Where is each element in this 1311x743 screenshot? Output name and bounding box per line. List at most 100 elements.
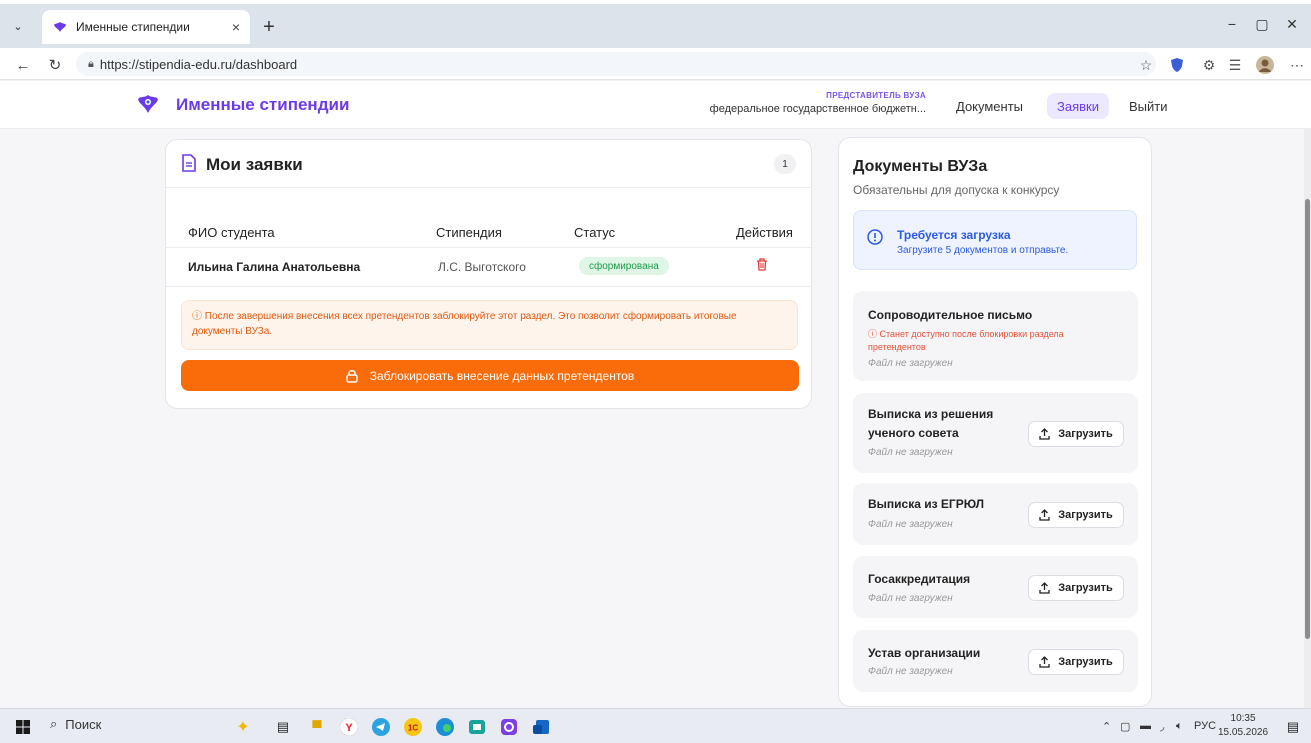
profile-avatar-icon[interactable] (1254, 54, 1276, 76)
telegram-icon[interactable] (370, 716, 392, 738)
upload-icon (1039, 428, 1050, 440)
back-arrow-icon[interactable]: ← (12, 54, 34, 76)
upload-button[interactable]: Загрузить (1028, 649, 1124, 675)
network-icon[interactable]: ◞ (1160, 720, 1164, 733)
upload-required-notice: Требуется загрузка Загрузите 5 документо… (853, 210, 1137, 270)
table-divider (166, 286, 811, 287)
file-explorer-icon[interactable]: ▀ (306, 716, 328, 738)
tab-title: Именные стипендии (76, 20, 190, 34)
taskbar-search-label: Поиск (65, 716, 102, 732)
purple-app-icon[interactable] (498, 716, 520, 738)
upload-button[interactable]: Загрузить (1028, 421, 1124, 447)
column-header-status: Статус (574, 225, 616, 240)
upload-label: Загрузить (1058, 509, 1113, 521)
task-view-icon[interactable]: ▤ (272, 716, 294, 738)
upload-label: Загрузить (1058, 582, 1113, 594)
edge-browser-icon[interactable] (434, 716, 456, 738)
notice-title: Требуется загрузка (897, 228, 1011, 242)
status-badge: сформирована (579, 257, 669, 275)
document-file-status: Файл не загружен (868, 519, 953, 530)
windows-taskbar: ⌕ Поиск ✦ ▤ ▀ Y 1C ⌃ ▢ ▬ ◞ 🔈︎ РУС 10:35 … (0, 708, 1311, 743)
copilot-sparkle-icon[interactable]: ✦ (232, 716, 254, 738)
document-name: Устав организации (868, 646, 981, 660)
url-text: https://stipendia-edu.ru/dashboard (99, 56, 298, 72)
lock-applicants-button[interactable]: Заблокировать внесение данных претендент… (181, 360, 799, 391)
document-name: Выписка из решения ученого совета (868, 407, 994, 440)
taskbar-search[interactable]: ⌕ Поиск (50, 716, 101, 732)
document-item-charter: Устав организации Файл не загружен Загру… (853, 630, 1138, 692)
favorite-star-icon[interactable]: ☆ (1135, 54, 1157, 76)
language-indicator[interactable]: РУС (1194, 720, 1216, 732)
site-header: Именные стипендии ПРЕДСТАВИТЕЛЬ ВУЗА фед… (0, 81, 1311, 129)
applications-card: Мои заявки 1 ФИО студента Стипендия Стат… (165, 139, 812, 409)
minimize-button[interactable]: − (1222, 16, 1242, 32)
student-name-cell: Ильина Галина Анатольевна (188, 260, 361, 274)
applications-title: Мои заявки (206, 155, 303, 174)
battery-icon[interactable]: ▬ (1140, 720, 1151, 732)
clock-time: 10:35 (1230, 713, 1256, 724)
site-favicon-icon (52, 19, 68, 35)
warning-circle-icon: ⓘ (868, 329, 880, 339)
volume-muted-icon[interactable]: 🔈︎ (1176, 720, 1183, 733)
window-close-button[interactable]: ✕ (1282, 16, 1302, 33)
document-name: Госаккредитация (868, 572, 971, 586)
upload-button[interactable]: Загрузить (1028, 502, 1124, 528)
favorites-list-icon[interactable]: ☰ (1224, 54, 1246, 76)
taskbar-clock[interactable]: 10:35 15.05.2026 (1218, 712, 1268, 740)
upload-label: Загрузить (1058, 656, 1113, 668)
extensions-icon[interactable]: ⚙︎ (1198, 54, 1220, 76)
tab-close-icon[interactable]: × (232, 19, 240, 35)
1c-app-icon[interactable]: 1C (402, 716, 424, 738)
role-label: ПРЕДСТАВИТЕЛЬ ВУЗА (826, 91, 926, 100)
organization-name: федеральное государственное бюджетн... (709, 103, 926, 115)
warning-circle-icon: ⓘ (192, 311, 205, 322)
tab-list-chevron-icon[interactable]: ⌄ (6, 14, 30, 38)
meet-now-icon[interactable]: ▢ (1120, 720, 1130, 733)
search-icon: ⌕ (50, 716, 58, 731)
nav-logout[interactable]: Выйти (1119, 93, 1178, 119)
browser-tab[interactable]: Именные стипендии × (42, 10, 250, 44)
tray-overflow-chevron-icon[interactable]: ⌃ (1102, 720, 1111, 733)
document-file-status: Файл не загружен (868, 666, 953, 677)
more-menu-icon[interactable]: ⋯ (1286, 54, 1308, 76)
column-header-scholarship: Стипендия (436, 225, 502, 240)
brand-logo-icon[interactable] (136, 93, 160, 115)
university-documents-card: Документы ВУЗа Обязательны для допуска к… (838, 137, 1152, 707)
reload-icon[interactable]: ↻ (44, 54, 66, 76)
yandex-browser-icon[interactable]: Y (338, 716, 360, 738)
scrollbar-thumb[interactable] (1305, 199, 1310, 639)
nav-applications[interactable]: Заявки (1047, 93, 1109, 119)
document-name: Сопроводительное письмо (868, 308, 1033, 322)
document-icon (181, 154, 197, 177)
scholarship-cell: Л.С. Выготского (438, 260, 526, 274)
documents-title: Документы ВУЗа (853, 158, 988, 175)
brand-title[interactable]: Именные стипендии (176, 95, 349, 115)
page-scrollbar[interactable] (1304, 129, 1311, 708)
document-item-council-decision: Выписка из решения ученого совета Файл н… (853, 393, 1138, 473)
nav-documents[interactable]: Документы (946, 93, 1033, 119)
lock-warning-box: ⓘ После завершения внесения всех претенд… (181, 300, 798, 350)
lock-icon: 🔒︎ (88, 57, 94, 70)
upload-label: Загрузить (1058, 428, 1113, 440)
document-file-status: Файл не загружен (868, 447, 953, 458)
lock-button-label: Заблокировать внесение данных претендент… (369, 368, 635, 383)
applications-card-header: Мои заявки 1 (166, 140, 811, 188)
shield-extension-icon[interactable] (1166, 54, 1188, 76)
new-tab-button[interactable]: + (256, 14, 282, 40)
documents-subtitle: Обязательны для допуска к конкурсу (853, 183, 1060, 197)
clock-date: 15.05.2026 (1218, 727, 1269, 738)
upload-icon (1039, 509, 1050, 521)
document-file-status: Файл не загружен (868, 593, 953, 604)
url-field[interactable]: 🔒︎ https://stipendia-edu.ru/dashboard (76, 52, 1156, 76)
restore-button[interactable]: ▢ (1252, 16, 1272, 33)
windows-start-icon[interactable] (12, 716, 34, 738)
info-circle-icon (867, 229, 883, 250)
upload-icon (1039, 656, 1050, 668)
delete-trash-icon[interactable] (756, 258, 768, 276)
user-role-block: ПРЕДСТАВИТЕЛЬ ВУЗА федеральное государст… (710, 91, 926, 115)
outlook-app-icon[interactable] (530, 716, 552, 738)
notifications-icon[interactable]: ▤ (1282, 716, 1304, 738)
browser-tab-bar: ⌄ Именные стипендии × + − ▢ ✕ (0, 4, 1311, 48)
store-app-icon[interactable] (466, 716, 488, 738)
upload-button[interactable]: Загрузить (1028, 575, 1124, 601)
